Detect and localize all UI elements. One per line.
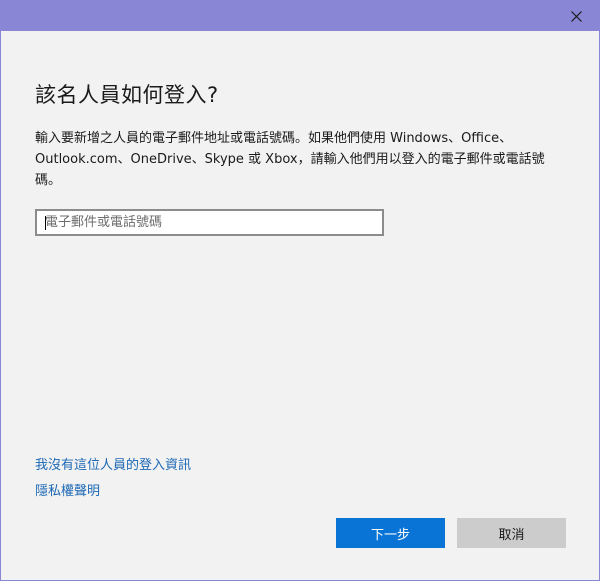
text-caret — [45, 216, 46, 230]
dialog-window: 該名人員如何登入? 輸入要新增之人員的電子郵件地址或電話號碼。如果他們使用 Wi… — [0, 0, 600, 581]
page-title: 該名人員如何登入? — [35, 83, 219, 107]
close-icon[interactable] — [570, 10, 582, 22]
dialog-content: 該名人員如何登入? 輸入要新增之人員的電子郵件地址或電話號碼。如果他們使用 Wi… — [1, 31, 599, 580]
no-signin-info-link[interactable]: 我沒有這位人員的登入資訊 — [35, 454, 191, 473]
privacy-statement-link[interactable]: 隱私權聲明 — [35, 480, 100, 499]
email-or-phone-input[interactable] — [35, 209, 384, 236]
close-button[interactable] — [553, 1, 599, 31]
instructions-text: 輸入要新增之人員的電子郵件地址或電話號碼。如果他們使用 Windows、Offi… — [35, 131, 545, 188]
cancel-button[interactable]: 取消 — [457, 518, 566, 548]
next-button[interactable]: 下一步 — [336, 518, 445, 548]
title-bar — [1, 1, 599, 31]
